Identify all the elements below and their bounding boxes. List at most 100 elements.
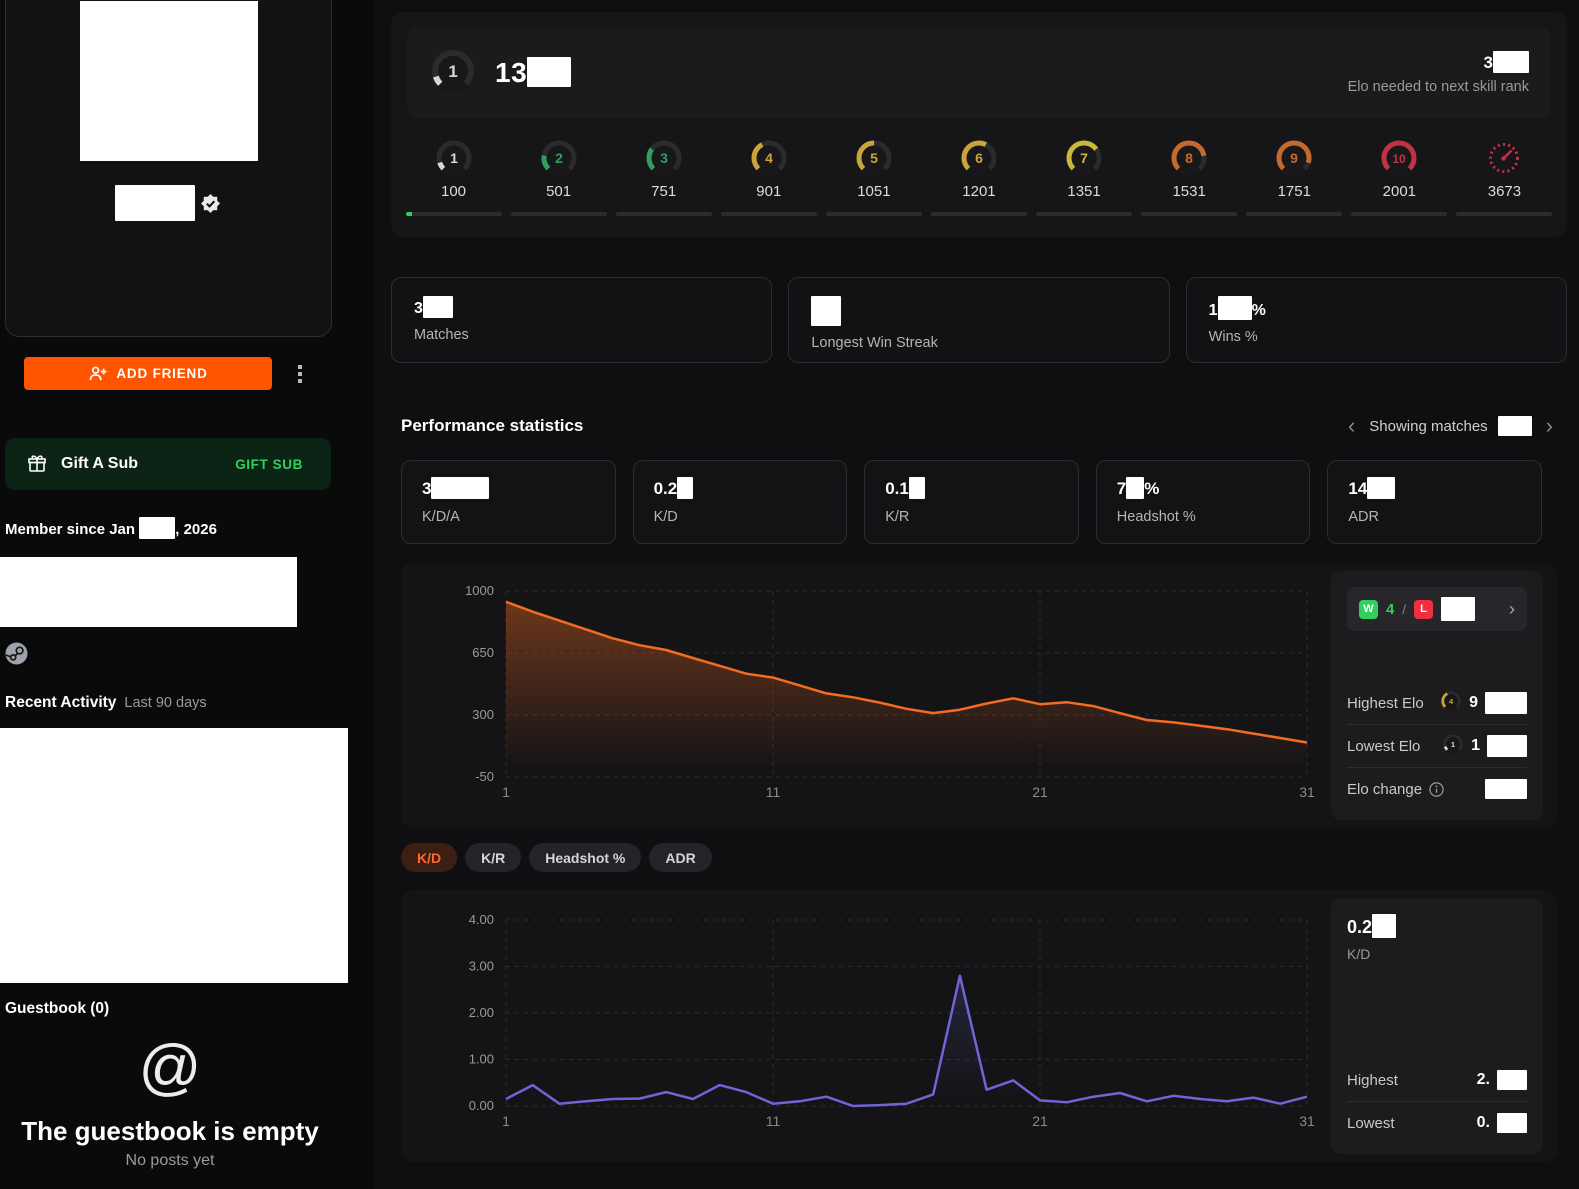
ladder-progress-bar <box>1351 212 1448 216</box>
kda-value: 3 <box>422 479 432 498</box>
svg-text:6: 6 <box>975 150 983 166</box>
stat-card-headshot: 7% Headshot % <box>1095 460 1311 544</box>
svg-text:8: 8 <box>1185 150 1193 166</box>
more-options-menu-icon[interactable] <box>298 364 302 383</box>
streak-redacted <box>811 296 842 326</box>
tab-k-d[interactable]: K/D <box>401 843 458 872</box>
streak-label: Longest Win Streak <box>811 335 938 351</box>
profile-name-redacted <box>115 185 195 221</box>
elo-needed: 3 Elo needed to next skill rank <box>1348 51 1529 95</box>
current-elo-value: 13 <box>495 57 528 88</box>
ladder-threshold: 1531 <box>1172 183 1206 200</box>
skill-level-4-gauge-icon: 4 <box>750 140 787 176</box>
skill-level-6-gauge-icon: 6 <box>960 140 997 176</box>
profile-name-row <box>6 185 331 221</box>
ladder-threshold: 1351 <box>1067 183 1101 200</box>
elo-chart-card: 1000 650 300 -50 1 11 21 31 W 4 / L › Highest E… <box>401 563 1557 828</box>
svg-text:300: 300 <box>472 707 494 722</box>
showing-matches-label: Showing matches <box>1369 417 1488 435</box>
kd-panel-redacted <box>1372 914 1397 938</box>
skill-level-7-gauge-icon: 7 <box>1066 140 1103 176</box>
elo-side-panel: W 4 / L › Highest Elo 4 9 Lowest Elo 1 1… <box>1331 571 1543 820</box>
elo-header: 1 13 3 Elo needed to next skill rank <box>407 28 1551 118</box>
stat-card-kr: 0.1 K/R <box>864 460 1079 544</box>
svg-text:31: 31 <box>1299 784 1315 800</box>
kd-lowest-label: Lowest <box>1347 1114 1395 1132</box>
wins-value: 1 <box>1208 302 1218 319</box>
profile-actions: ADD FRIEND <box>24 357 317 390</box>
svg-text:10: 10 <box>1393 152 1407 166</box>
stat-cards-row: 3 K/D/A 0.2 K/D 0.1 K/R 7% Headshot % 14… <box>401 460 1542 544</box>
skill-level-3-gauge-icon: 3 <box>645 140 682 176</box>
wins-label: Wins % <box>1208 329 1258 345</box>
wins-suffix: % <box>1251 302 1266 319</box>
headshot-value: 7 <box>1116 479 1127 498</box>
ladder-threshold: 1051 <box>857 183 891 200</box>
ladder-threshold: 751 <box>651 183 677 200</box>
headshot-label: Headshot % <box>1116 509 1196 525</box>
ladder-progress-bar <box>825 212 922 216</box>
svg-text:2: 2 <box>555 150 563 166</box>
svg-text:650: 650 <box>472 645 494 660</box>
matches-label: Matches <box>414 327 469 343</box>
redacted-block <box>0 557 297 627</box>
skill-level-max-gauge-icon <box>1489 143 1520 173</box>
kd-side-panel: 0.2 K/D Highest 2. Lowest 0. <box>1331 898 1543 1154</box>
info-icon[interactable] <box>1429 781 1444 797</box>
ladder-threshold: 2001 <box>1382 183 1417 200</box>
svg-text:1: 1 <box>1451 739 1456 748</box>
main-content: 1 13 3 Elo needed to next skill rank 1 10… <box>375 0 1579 1189</box>
ladder-progress-bar <box>1246 212 1343 216</box>
kda-label: K/D/A <box>422 509 460 525</box>
current-elo-redacted <box>527 57 572 87</box>
elo-needed-value: 3 <box>1483 53 1493 72</box>
tab-headshot-[interactable]: Headshot % <box>529 843 642 872</box>
matches-box: 3 Matches <box>391 277 773 363</box>
win-streak-box: Longest Win Streak <box>788 277 1170 363</box>
kd-lowest-value: 0. <box>1476 1114 1490 1131</box>
skill-ladder-item-10: 10 2001 <box>1349 138 1450 216</box>
stat-card-kd: 0.2 K/D <box>632 460 848 544</box>
add-person-icon <box>89 366 107 381</box>
ladder-progress-bar <box>405 212 502 216</box>
svg-text:-50: -50 <box>475 769 494 784</box>
win-loss-pill[interactable]: W 4 / L › <box>1347 587 1527 631</box>
tab-k-r[interactable]: K/R <box>465 843 522 872</box>
ladder-threshold: 1751 <box>1277 183 1311 200</box>
tab-adr[interactable]: ADR <box>649 843 712 872</box>
kd-panel-rows: Highest 2. Lowest 0. <box>1347 1059 1527 1144</box>
add-friend-button[interactable]: ADD FRIEND <box>24 357 272 390</box>
elo-needed-value-row: 3 <box>1483 51 1529 73</box>
elo-history-chart: 1000650300-501 11 21 31 <box>465 583 1315 800</box>
kd-history-chart: 4.003.002.001.000.001 11 21 31 <box>469 912 1315 1129</box>
skill-ladder-item-5: 5 1051 <box>823 138 924 216</box>
highest-elo-row: Highest Elo 4 9 <box>1347 682 1527 724</box>
svg-text:31: 31 <box>1299 1113 1315 1129</box>
ladder-progress-bar <box>510 212 607 216</box>
ladder-threshold: 501 <box>546 183 572 200</box>
svg-text:4.00: 4.00 <box>469 912 494 927</box>
match-range-nav: ‹ Showing matches › <box>1344 415 1557 437</box>
kd-lowest-redacted <box>1497 1113 1527 1133</box>
skill-level-9-gauge-icon: 9 <box>1276 140 1313 176</box>
prev-matches-chevron-icon[interactable]: ‹ <box>1344 415 1359 437</box>
svg-text:5: 5 <box>870 150 878 166</box>
elo-panel-rows: Highest Elo 4 9 Lowest Elo 1 1 Elo chang… <box>1347 682 1527 810</box>
headshot-redacted <box>1126 477 1145 499</box>
gift-sub-button[interactable]: GIFT SUB <box>229 456 309 473</box>
member-since-suffix: , 2026 <box>175 521 217 538</box>
skill-level-5-gauge-icon: 5 <box>855 140 892 176</box>
steam-icon[interactable] <box>5 642 28 670</box>
svg-text:21: 21 <box>1032 784 1048 800</box>
svg-text:11: 11 <box>766 1113 781 1129</box>
next-matches-chevron-icon[interactable]: › <box>1542 415 1557 437</box>
kd-value: 0.2 <box>653 479 678 498</box>
performance-title: Performance statistics <box>401 416 584 435</box>
kd-panel-value: 0.2 <box>1347 917 1373 937</box>
highest-elo-gauge-icon: 4 <box>1440 690 1462 717</box>
svg-text:1.00: 1.00 <box>469 1052 494 1067</box>
kd-highest-row: Highest 2. <box>1347 1059 1527 1101</box>
lowest-elo-label: Lowest Elo <box>1347 737 1421 755</box>
svg-text:1000: 1000 <box>465 583 494 598</box>
ladder-threshold: 1201 <box>962 183 996 200</box>
